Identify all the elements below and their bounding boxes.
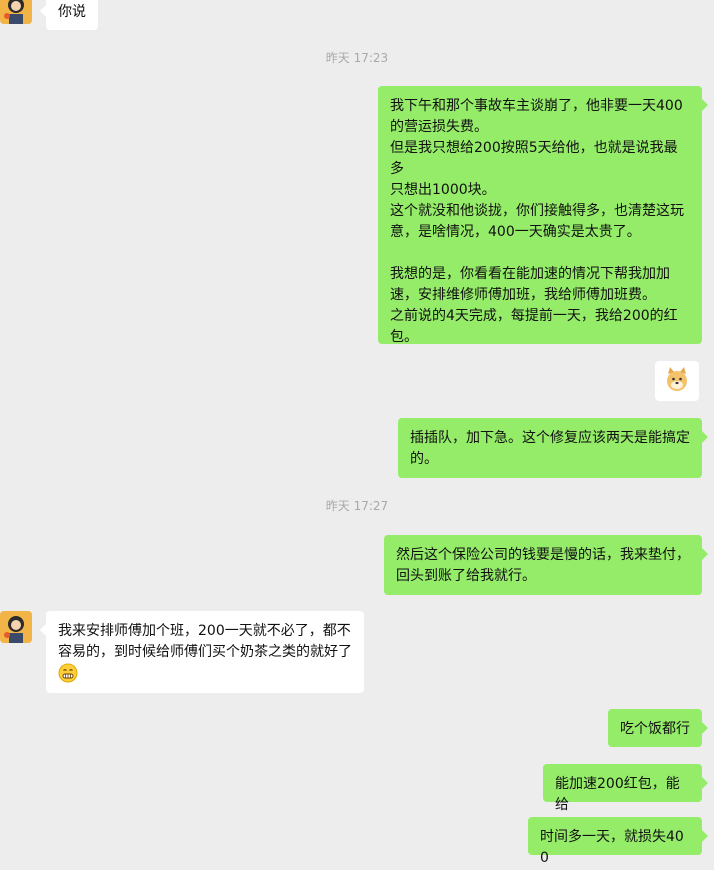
message-text: 吃个饭都行: [620, 721, 690, 737]
timestamp: 昨天 17:23: [325, 51, 389, 65]
contact-avatar[interactable]: [0, 0, 32, 24]
avatar-illustration-icon: [0, 0, 32, 24]
message-outgoing[interactable]: 时间多一天，就损失400: [528, 817, 708, 866]
timestamp: 昨天 17:27: [325, 499, 389, 513]
message-outgoing[interactable]: 插插队，加下急。这个修复应该两天是能搞定 的。: [398, 418, 708, 478]
message-incoming[interactable]: 你说: [40, 0, 98, 30]
message-text: 插插队，加下急。这个修复应该两天是能搞定 的。: [410, 430, 690, 467]
message-outgoing[interactable]: 然后这个保险公司的钱要是慢的话，我来垫付， 回头到账了给我就行。: [384, 535, 708, 595]
message-text: 然后这个保险公司的钱要是慢的话，我来垫付， 回头到账了给我就行。: [396, 547, 690, 584]
message-text: 时间多一天，就损失400: [540, 829, 684, 866]
message-sticker[interactable]: [655, 361, 699, 401]
message-outgoing[interactable]: 能加速200红包，能给: [543, 764, 708, 813]
doge-emoji-icon: [667, 367, 687, 391]
message-incoming[interactable]: 我来安排师傅加个班，200一天就不必了，都不 容易的，到时候给师傅们买个奶茶之类…: [40, 611, 364, 693]
contact-avatar[interactable]: [0, 611, 32, 643]
avatar-illustration-icon: [0, 611, 32, 643]
message-text: 我来安排师傅加个班，200一天就不必了，都不 容易的，到时候给师傅们买个奶茶之类…: [58, 623, 352, 660]
message-outgoing[interactable]: 吃个饭都行: [608, 709, 708, 747]
message-text: 能加速200红包，能给: [555, 776, 680, 813]
message-outgoing[interactable]: 我下午和那个事故车主谈崩了，他非要一天400 的营运损失费。 但是我只想给200…: [378, 86, 708, 345]
message-text: 你说: [58, 4, 86, 20]
message-text: 我下午和那个事故车主谈崩了，他非要一天400 的营运损失费。 但是我只想给200…: [390, 98, 684, 345]
grin-emoji-icon: [58, 663, 78, 690]
